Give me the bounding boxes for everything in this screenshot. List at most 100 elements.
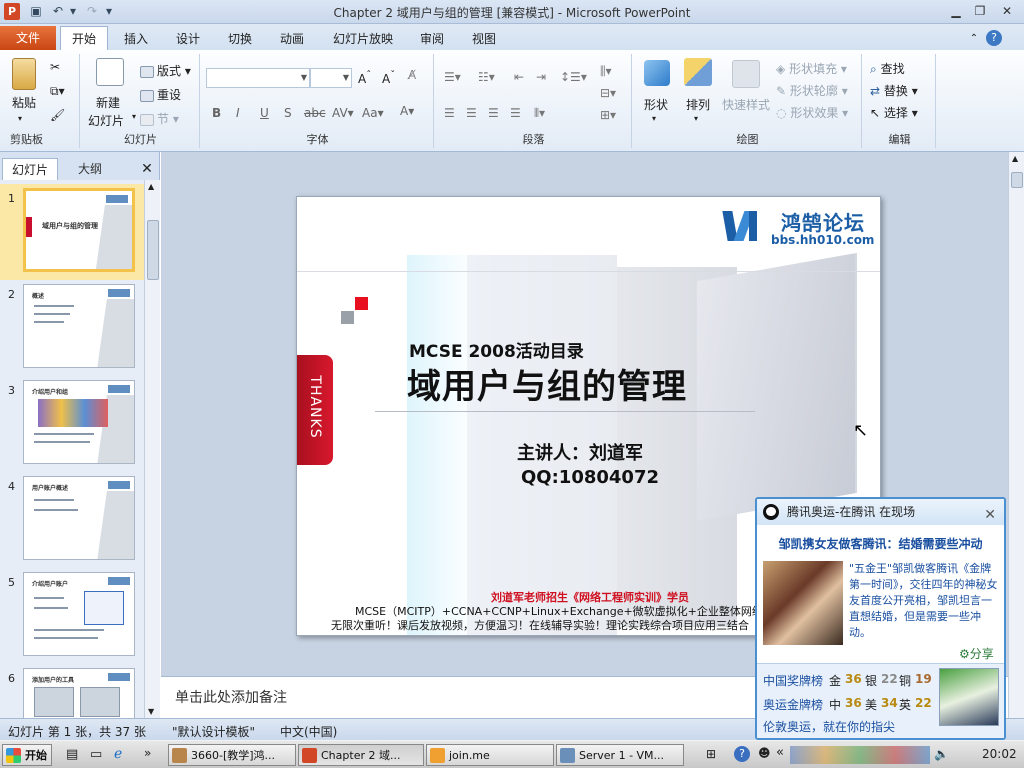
scroll-up-icon[interactable]: ▲	[148, 182, 154, 191]
tray-icons[interactable]	[790, 746, 930, 764]
scroll-down-icon[interactable]: ▼	[148, 707, 154, 716]
replace-button[interactable]: ⇄ 替换 ▾	[870, 82, 918, 99]
thumbnail-5[interactable]: 5 介绍用户账户	[0, 568, 144, 664]
arrange-dropdown-icon[interactable]: ▾	[694, 114, 698, 123]
tab-slides[interactable]: 幻灯片	[2, 158, 58, 180]
clock[interactable]: 20:02	[982, 747, 1017, 761]
shapes-button[interactable]: 形状	[644, 96, 668, 113]
thumbnail-6[interactable]: 6 添加用户的工具	[0, 664, 144, 718]
volume-icon[interactable]: 🔈	[934, 747, 949, 761]
ie-icon[interactable]: ℯ	[114, 746, 122, 762]
tab-file[interactable]: 文件	[0, 26, 56, 50]
section-button[interactable]: 节 ▾	[140, 110, 179, 127]
restore-icon[interactable]: ❐	[968, 2, 992, 21]
presenter-name[interactable]: 主讲人：刘道军	[517, 439, 643, 465]
shape-outline-button[interactable]: ✎ 形状轮廓 ▾	[776, 82, 848, 99]
decrease-indent-icon[interactable]: ⇤	[514, 70, 524, 84]
scroll-thumb[interactable]	[147, 220, 159, 280]
shadow-icon[interactable]: S	[284, 106, 292, 120]
popup-headline[interactable]: 邹凯携女友做客腾讯：结婚需要些冲动	[757, 535, 1004, 552]
tab-animations[interactable]: 动画	[272, 28, 312, 50]
new-slide-label2[interactable]: 幻灯片	[88, 112, 124, 129]
minimize-icon[interactable]: ▁	[944, 2, 968, 21]
increase-indent-icon[interactable]: ⇥	[536, 70, 546, 84]
paste-icon[interactable]	[12, 58, 36, 90]
new-slide-dropdown-icon[interactable]: ▾	[132, 112, 136, 121]
presenter-qq[interactable]: QQ:10804072	[521, 467, 659, 488]
scroll-up-icon[interactable]: ▲	[1012, 154, 1018, 163]
bullets-icon[interactable]: ☰▾	[444, 70, 461, 84]
tab-design[interactable]: 设计	[168, 28, 208, 50]
tab-insert[interactable]: 插入	[116, 28, 156, 50]
tray-expand-icon[interactable]: «	[776, 745, 784, 760]
find-button[interactable]: ⌕ 查找	[870, 60, 905, 77]
underline-icon[interactable]: U	[260, 106, 269, 120]
paste-button[interactable]: 粘贴	[12, 94, 36, 111]
ad-line-3[interactable]: 无限次重听！课后发放视频，方便温习！在线辅导实验！理论实践综合项目应用三结合	[331, 617, 749, 633]
new-slide-icon[interactable]	[96, 58, 124, 86]
tray-icon[interactable]: ☻	[758, 746, 771, 760]
font-name-combo[interactable]: ▼	[206, 68, 310, 88]
shape-effects-button[interactable]: ◌ 形状效果 ▾	[776, 104, 848, 121]
justify-icon[interactable]: ☰	[510, 106, 521, 120]
shrink-font-icon[interactable]: Aˇ	[382, 70, 395, 86]
layout-button[interactable]: 版式 ▾	[140, 62, 191, 79]
ime-icon[interactable]: ⊞	[706, 747, 716, 761]
help-tray-icon[interactable]: ?	[734, 746, 750, 762]
align-text-icon[interactable]: ⊟▾	[600, 86, 616, 100]
paste-dropdown-icon[interactable]: ▾	[18, 114, 22, 123]
bold-icon[interactable]: B	[212, 106, 221, 120]
shapes-dropdown-icon[interactable]: ▾	[652, 114, 656, 123]
arrange-button[interactable]: 排列	[686, 96, 710, 113]
columns-icon[interactable]: ⫴▾	[534, 106, 545, 121]
popup-body[interactable]: "五金王"邹凯做客腾讯《金牌第一时间》，交往四年的神秘女友首度公开亮相，邹凯坦言…	[849, 561, 999, 641]
font-color-icon[interactable]: A▾	[400, 104, 414, 118]
close-pane-icon[interactable]: ✕	[138, 158, 156, 180]
china-medal-board-link[interactable]: 中国奖牌榜	[763, 672, 823, 689]
more-quicklaunch-icon[interactable]: »	[144, 746, 151, 760]
popup-ad-image[interactable]	[939, 668, 999, 726]
slide-scrollbar[interactable]: ▲	[1008, 152, 1024, 718]
thumbnail-4[interactable]: 4 用户账户概述	[0, 472, 144, 568]
new-slide-button[interactable]: 新建	[96, 94, 120, 111]
align-right-icon[interactable]: ☰	[488, 106, 499, 120]
tab-view[interactable]: 视图	[464, 28, 504, 50]
change-case-icon[interactable]: Aa▾	[362, 106, 384, 120]
taskbar-item-1[interactable]: 3660-[教学]鸿...	[168, 744, 296, 766]
taskbar-item-2[interactable]: Chapter 2 域...	[298, 744, 424, 766]
grow-font-icon[interactable]: Aˆ	[358, 70, 371, 86]
quick-styles-icon[interactable]	[732, 60, 760, 88]
italic-icon[interactable]: I	[236, 106, 240, 120]
help-icon[interactable]: ?	[986, 30, 1002, 46]
select-button[interactable]: ↖ 选择 ▾	[870, 104, 918, 121]
shapes-icon[interactable]	[644, 60, 670, 86]
tab-review[interactable]: 审阅	[412, 28, 452, 50]
share-button[interactable]: ⚙分享	[959, 645, 994, 662]
align-center-icon[interactable]: ☰	[466, 106, 477, 120]
line-spacing-icon[interactable]: ↕☰▾	[560, 70, 587, 84]
numbering-icon[interactable]: ☷▾	[478, 70, 495, 84]
char-spacing-icon[interactable]: AV▾	[332, 106, 354, 120]
taskbar-item-3[interactable]: join.me	[426, 744, 554, 766]
theme-name[interactable]: "默认设计模板"	[172, 723, 255, 740]
copy-icon[interactable]: ⧉▾	[50, 84, 65, 99]
close-icon[interactable]: ✕	[984, 502, 996, 528]
align-left-icon[interactable]: ☰	[444, 106, 455, 120]
close-icon[interactable]: ✕	[993, 2, 1021, 21]
shape-fill-button[interactable]: ◈ 形状填充 ▾	[776, 60, 847, 77]
start-button[interactable]: 开始	[2, 744, 52, 766]
clear-formatting-icon[interactable]: A̸	[408, 68, 416, 82]
reset-button[interactable]: 重设	[140, 86, 181, 103]
smartart-icon[interactable]: ⊞▾	[600, 108, 616, 122]
arrange-icon[interactable]	[684, 58, 712, 86]
tab-outline[interactable]: 大纲	[62, 158, 118, 180]
thumbnail-scrollbar[interactable]: ▲ ▼	[144, 180, 160, 718]
olympic-gold-board-link[interactable]: 奥运金牌榜	[763, 696, 823, 713]
thumbnail-2[interactable]: 2 概述	[0, 280, 144, 376]
thumbnail-1[interactable]: 1 域用户与组的管理	[0, 184, 144, 280]
tab-transitions[interactable]: 切换	[220, 28, 260, 50]
scroll-thumb[interactable]	[1011, 172, 1023, 188]
slide-title[interactable]: 域用户与组的管理	[407, 359, 687, 408]
format-painter-icon[interactable]: 🖌	[50, 108, 65, 122]
cut-icon[interactable]: ✂	[50, 60, 60, 74]
